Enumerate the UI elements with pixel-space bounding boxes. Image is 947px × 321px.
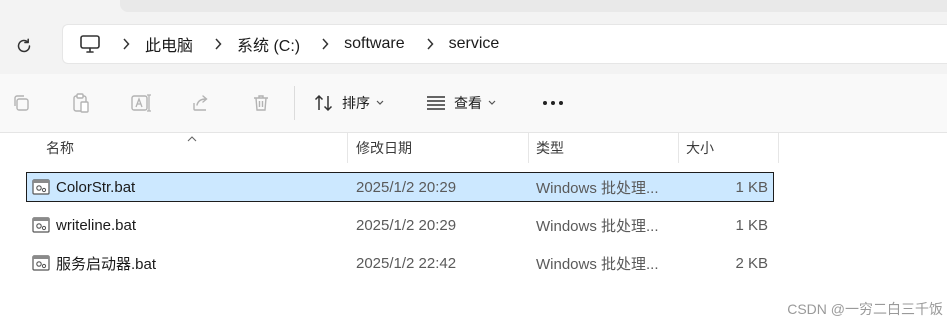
- file-list: 名称 修改日期 类型 大小 ColorStr.bat 2025/1/2 20:2…: [0, 133, 947, 321]
- file-date: 2025/1/2 22:42: [356, 254, 457, 272]
- tab-strip-edge: [120, 0, 947, 12]
- chevron-right-icon[interactable]: [318, 38, 332, 50]
- file-row[interactable]: ColorStr.bat 2025/1/2 20:29 Windows 批处理.…: [26, 172, 774, 202]
- file-size: 1 KB: [735, 178, 768, 196]
- watermark: CSDN @一穷二白三千饭: [787, 301, 943, 317]
- sort-label: 排序: [342, 95, 370, 111]
- column-separator[interactable]: [347, 133, 348, 163]
- file-name: ColorStr.bat: [56, 178, 136, 196]
- chevron-right-icon[interactable]: [423, 38, 437, 50]
- breadcrumb-system-drive[interactable]: 系统 (C:): [237, 32, 300, 56]
- sort-ascending-icon: [187, 129, 197, 147]
- file-type: Windows 批处理...: [536, 217, 659, 235]
- file-name-cell: writeline.bat: [32, 210, 136, 240]
- trash-icon: [254, 95, 268, 111]
- file-type: Windows 批处理...: [536, 255, 659, 273]
- rename-button[interactable]: [128, 90, 154, 116]
- column-type[interactable]: 类型: [536, 133, 564, 163]
- sort-icon: [314, 94, 333, 112]
- clipboard-icon: [73, 93, 89, 113]
- address-row: 此电脑 系统 (C:) software service: [0, 22, 947, 74]
- sort-menu-button[interactable]: 排序: [314, 90, 384, 116]
- batch-file-icon: [32, 217, 50, 233]
- toolbar-divider: [294, 86, 295, 120]
- chevron-right-icon[interactable]: [211, 38, 225, 50]
- file-row[interactable]: 服务启动器.bat 2025/1/2 22:42 Windows 批处理... …: [26, 248, 774, 278]
- breadcrumb-this-pc[interactable]: 此电脑: [145, 32, 193, 56]
- view-label: 查看: [454, 95, 482, 111]
- rename-icon: [131, 94, 151, 112]
- column-name[interactable]: 名称: [46, 133, 74, 163]
- more-options-button[interactable]: [540, 90, 566, 116]
- share-button[interactable]: [188, 90, 214, 116]
- file-name: 服务启动器.bat: [56, 255, 157, 273]
- chevron-right-icon[interactable]: [119, 38, 133, 50]
- file-row[interactable]: writeline.bat 2025/1/2 20:29 Windows 批处理…: [26, 210, 774, 240]
- refresh-button[interactable]: [10, 32, 38, 60]
- batch-file-icon: [32, 255, 50, 271]
- computer-icon: [79, 33, 101, 55]
- file-type: Windows 批处理...: [536, 179, 659, 197]
- chevron-down-icon: [376, 100, 384, 106]
- copy-icon: [14, 95, 29, 111]
- column-size[interactable]: 大小: [686, 133, 714, 163]
- breadcrumb-service[interactable]: service: [449, 35, 500, 53]
- file-size: 2 KB: [735, 254, 768, 272]
- batch-file-icon: [32, 179, 50, 195]
- copy-button[interactable]: [8, 90, 34, 116]
- command-bar: 排序 查看: [0, 74, 947, 133]
- file-name-cell: ColorStr.bat: [32, 172, 135, 202]
- refresh-icon: [17, 38, 31, 53]
- file-date: 2025/1/2 20:29: [356, 178, 457, 196]
- more-icon: [543, 101, 563, 105]
- address-bar[interactable]: 此电脑 系统 (C:) software service: [62, 24, 947, 64]
- column-header-row: 名称 修改日期 类型 大小: [0, 133, 947, 163]
- file-name-cell: 服务启动器.bat: [32, 248, 156, 278]
- breadcrumb-software[interactable]: software: [344, 35, 404, 53]
- view-menu-button[interactable]: 查看: [426, 90, 496, 116]
- column-date[interactable]: 修改日期: [356, 133, 412, 163]
- file-name: writeline.bat: [56, 216, 137, 234]
- view-list-icon: [427, 96, 445, 110]
- column-separator[interactable]: [528, 133, 529, 163]
- paste-button[interactable]: [68, 90, 94, 116]
- share-icon: [193, 95, 208, 111]
- file-size: 1 KB: [735, 216, 768, 234]
- delete-button[interactable]: [248, 90, 274, 116]
- chevron-down-icon: [488, 100, 496, 106]
- file-date: 2025/1/2 20:29: [356, 216, 457, 234]
- column-separator[interactable]: [678, 133, 679, 163]
- column-separator[interactable]: [778, 133, 779, 163]
